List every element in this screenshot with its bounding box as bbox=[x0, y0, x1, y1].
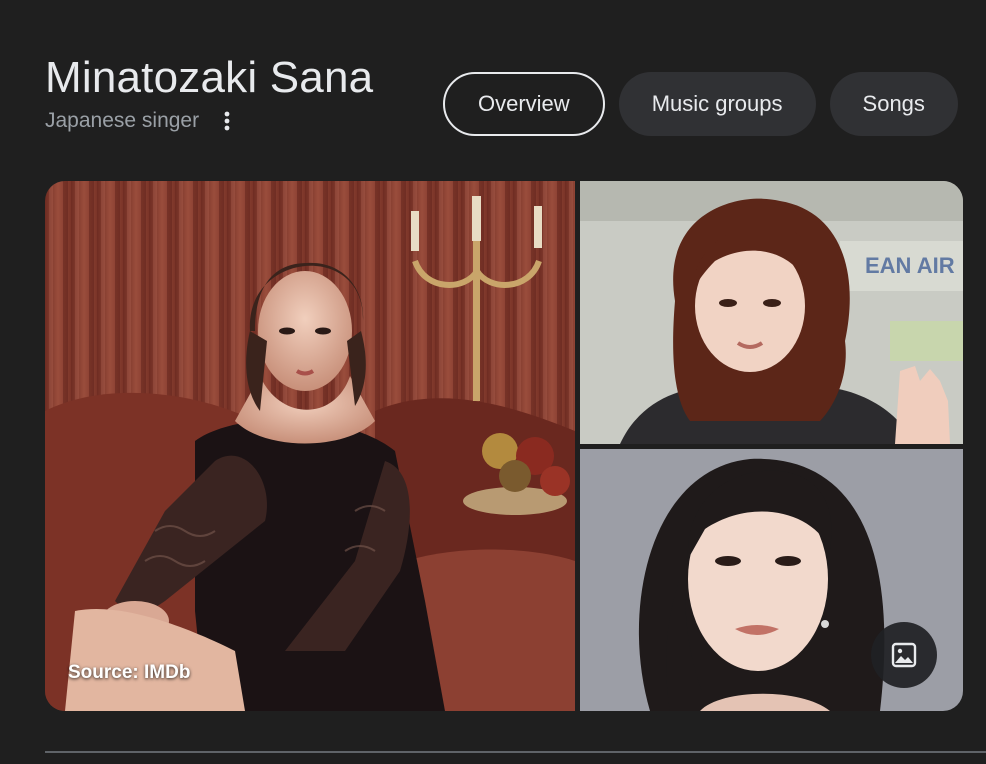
more-options-button[interactable] bbox=[217, 108, 237, 134]
tab-overview[interactable]: Overview bbox=[443, 72, 605, 136]
tab-bar: Overview Music groups Songs bbox=[443, 72, 958, 136]
entity-title: Minatozaki Sana bbox=[45, 53, 374, 102]
secondary-portrait-image[interactable]: EAN AIR bbox=[580, 181, 963, 444]
image-gallery: Source: IMDb EAN AIR bbox=[45, 181, 963, 711]
image-icon bbox=[891, 642, 917, 668]
tab-songs[interactable]: Songs bbox=[829, 72, 958, 136]
main-portrait-image[interactable]: Source: IMDb bbox=[45, 181, 575, 711]
more-vert-icon bbox=[224, 111, 230, 131]
image-view-button[interactable] bbox=[871, 622, 937, 688]
entity-header: Minatozaki Sana Japanese singer bbox=[45, 50, 373, 134]
section-divider bbox=[45, 751, 986, 753]
svg-text:EAN AIR: EAN AIR bbox=[865, 253, 955, 278]
tertiary-portrait-image[interactable] bbox=[580, 449, 963, 711]
subtitle-row: Japanese singer bbox=[45, 108, 373, 134]
tab-music-groups[interactable]: Music groups bbox=[618, 72, 816, 136]
image-source-label: Source: IMDb bbox=[68, 662, 191, 683]
knowledge-panel: Minatozaki Sana Japanese singer Overview… bbox=[0, 0, 986, 764]
entity-subtitle: Japanese singer bbox=[45, 109, 200, 132]
